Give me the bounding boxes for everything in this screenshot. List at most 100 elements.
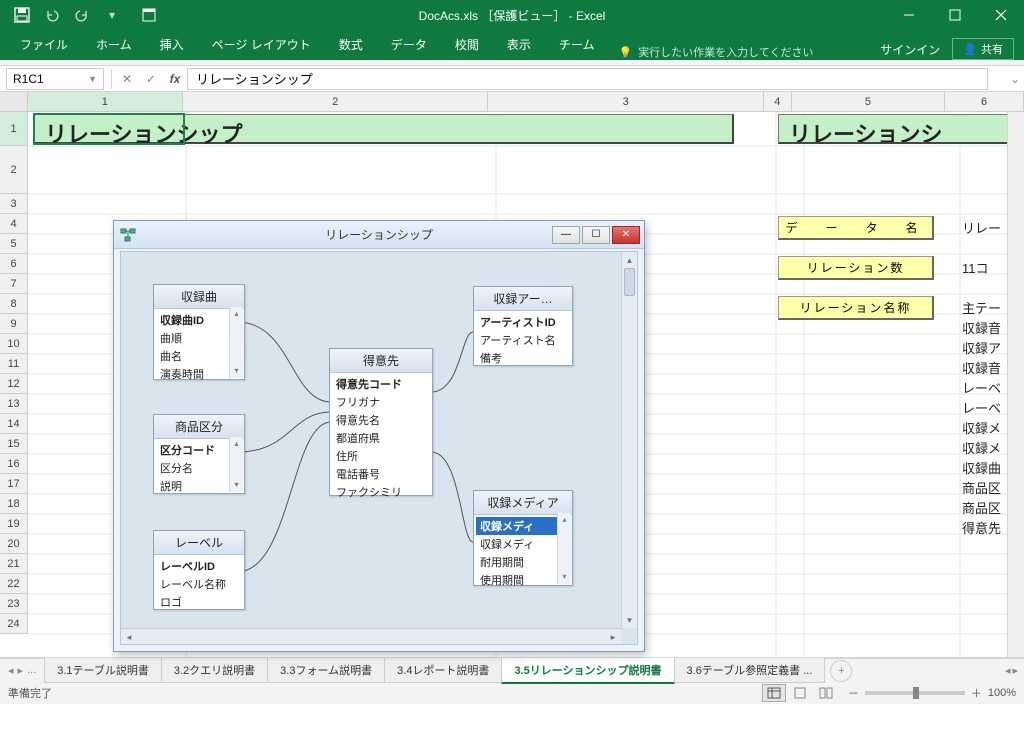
field[interactable]: 耐用期間 [476, 553, 570, 571]
qat-customize-button[interactable]: ▾ [98, 1, 126, 29]
sheet-tab[interactable]: 3.1テーブル説明書 [44, 658, 162, 683]
row-header[interactable]: 20 [0, 534, 28, 554]
row-header[interactable]: 24 [0, 614, 28, 634]
field[interactable]: 都道府県 [332, 429, 430, 447]
row-header[interactable]: 16 [0, 454, 28, 474]
row-header[interactable]: 5 [0, 234, 28, 254]
field[interactable]: 住所 [332, 447, 430, 465]
cell[interactable]: リレー [962, 218, 1001, 237]
table-name[interactable]: 得意先 [330, 349, 432, 373]
redo-button[interactable] [68, 1, 96, 29]
scroll-up-icon[interactable]: ▴ [622, 252, 637, 268]
row-header[interactable]: 2 [0, 146, 28, 194]
save-button[interactable] [8, 1, 36, 29]
share-button[interactable]: 👤 共有 [952, 38, 1014, 60]
table-box[interactable]: 商品区分 区分コード 区分名 説明 ▴▾ [153, 414, 245, 494]
field[interactable]: 備考 [476, 349, 570, 367]
relationships-vertical-scrollbar[interactable]: ▴ ▾ [621, 252, 637, 628]
column-header[interactable]: 2 [183, 92, 488, 111]
tell-me-search[interactable]: 💡 実行したい作業を入力してください [618, 44, 813, 60]
field[interactable]: 得意先名 [332, 411, 430, 429]
field[interactable]: アーティストID [476, 313, 570, 331]
row-header[interactable]: 6 [0, 254, 28, 274]
ribbon-tab-formulas[interactable]: 数式 [325, 30, 377, 60]
field[interactable]: 収録メディ [476, 535, 570, 553]
field[interactable]: アーティスト名 [476, 331, 570, 349]
row-header[interactable]: 23 [0, 594, 28, 614]
row-header[interactable]: 18 [0, 494, 28, 514]
undo-button[interactable] [38, 1, 66, 29]
sheet-tab[interactable]: 3.4レポート説明書 [384, 658, 502, 683]
label-rel-name[interactable]: リレーション名称 [778, 296, 934, 320]
row-header[interactable]: 15 [0, 434, 28, 454]
relationships-titlebar[interactable]: リレーションシップ — ☐ ✕ [114, 221, 644, 249]
close-button[interactable] [978, 0, 1024, 30]
cell[interactable]: 収録ア [962, 338, 1001, 357]
table-box[interactable]: 収録曲 収録曲ID 曲順 曲名 演奏時間 ▴▾ [153, 284, 245, 380]
row-header[interactable]: 3 [0, 194, 28, 214]
field[interactable]: 使用期間 [476, 571, 570, 589]
row-header[interactable]: 1 [0, 112, 28, 146]
merged-title-cell-2[interactable]: リレーションシ [778, 114, 1024, 144]
relationships-close-button[interactable]: ✕ [612, 226, 640, 244]
cell[interactable]: レーベ [962, 398, 1001, 417]
sheet-tab[interactable]: 3.3フォーム説明書 [267, 658, 385, 683]
row-header[interactable]: 12 [0, 374, 28, 394]
table-scrollbar[interactable]: ▴▾ [229, 437, 243, 492]
scrollbar-thumb[interactable] [624, 268, 635, 296]
row-header[interactable]: 10 [0, 334, 28, 354]
relationships-window[interactable]: リレーションシップ — ☐ ✕ 収録曲 収録曲ID 曲順 曲名 [113, 220, 645, 652]
row-header[interactable]: 4 [0, 214, 28, 234]
row-header[interactable]: 21 [0, 554, 28, 574]
column-header[interactable]: 1 [28, 92, 184, 111]
table-box[interactable]: 収録メディア 収録メディ 収録メディ 耐用期間 使用期間 ▴▾ [473, 490, 573, 586]
maximize-button[interactable] [932, 0, 978, 30]
scroll-left-icon[interactable]: ◂ [121, 629, 137, 644]
table-name[interactable]: 商品区分 [154, 415, 244, 439]
field[interactable]: 収録メディ [476, 517, 570, 535]
field[interactable]: 電話番号 [332, 465, 430, 483]
page-layout-view-button[interactable] [788, 684, 812, 702]
new-sheet-button[interactable]: + [830, 660, 852, 682]
cell[interactable]: 収録メ [962, 438, 1001, 457]
field[interactable]: フリガナ [332, 393, 430, 411]
cancel-formula-button[interactable]: ✕ [115, 68, 139, 90]
field[interactable]: ファクシミリ [332, 483, 430, 501]
field[interactable]: ロゴ [156, 593, 242, 611]
cell[interactable]: 主テー [962, 298, 1001, 317]
table-box[interactable]: レーベル レーベルID レーベル名称 ロゴ [153, 530, 245, 610]
row-header[interactable]: 14 [0, 414, 28, 434]
sheet-tab[interactable]: 3.6テーブル参照定義書 ... [674, 658, 826, 683]
field[interactable]: レーベルID [156, 557, 242, 575]
label-data-name[interactable]: デ ー タ 名 [778, 216, 934, 240]
table-name[interactable]: 収録アー… [474, 287, 572, 311]
merged-title-cell[interactable]: リレーションシップ [34, 114, 734, 144]
ribbon-tab-data[interactable]: データ [377, 30, 441, 60]
sheet-nav-prev-button[interactable]: ▸ [18, 664, 24, 677]
ribbon-tab-home[interactable]: ホーム [82, 30, 146, 60]
sheet-tab[interactable]: 3.5リレーションシップ説明書 [501, 658, 674, 684]
row-header[interactable]: 13 [0, 394, 28, 414]
expand-formula-bar-button[interactable]: ⌄ [1006, 72, 1024, 86]
zoom-slider[interactable] [865, 691, 965, 695]
sheet-nav-first-button[interactable]: ◂ [8, 664, 14, 677]
row-header[interactable]: 9 [0, 314, 28, 334]
signin-link[interactable]: サインイン [880, 41, 940, 58]
ribbon-tab-pagelayout[interactable]: ページ レイアウト [198, 30, 325, 60]
row-header[interactable]: 17 [0, 474, 28, 494]
table-box[interactable]: 収録アー… アーティストID アーティスト名 備考 [473, 286, 573, 366]
ribbon-tab-file[interactable]: ファイル [6, 30, 82, 60]
column-header[interactable]: 4 [764, 92, 792, 111]
table-scrollbar[interactable]: ▴▾ [229, 307, 243, 378]
field[interactable]: 得意先コード [332, 375, 430, 393]
zoom-level[interactable]: 100% [988, 687, 1016, 699]
row-header[interactable]: 8 [0, 294, 28, 314]
normal-view-button[interactable] [762, 684, 786, 702]
relationships-minimize-button[interactable]: — [552, 226, 580, 244]
cell[interactable]: 収録音 [962, 318, 1001, 337]
row-header[interactable]: 11 [0, 354, 28, 374]
cell[interactable]: 収録音 [962, 358, 1001, 377]
cell[interactable]: 11コ [962, 258, 989, 277]
cell[interactable]: 収録メ [962, 418, 1001, 437]
relationships-canvas[interactable]: 収録曲 収録曲ID 曲順 曲名 演奏時間 ▴▾ 商品区分 区分コード 区分名 説… [121, 252, 621, 628]
